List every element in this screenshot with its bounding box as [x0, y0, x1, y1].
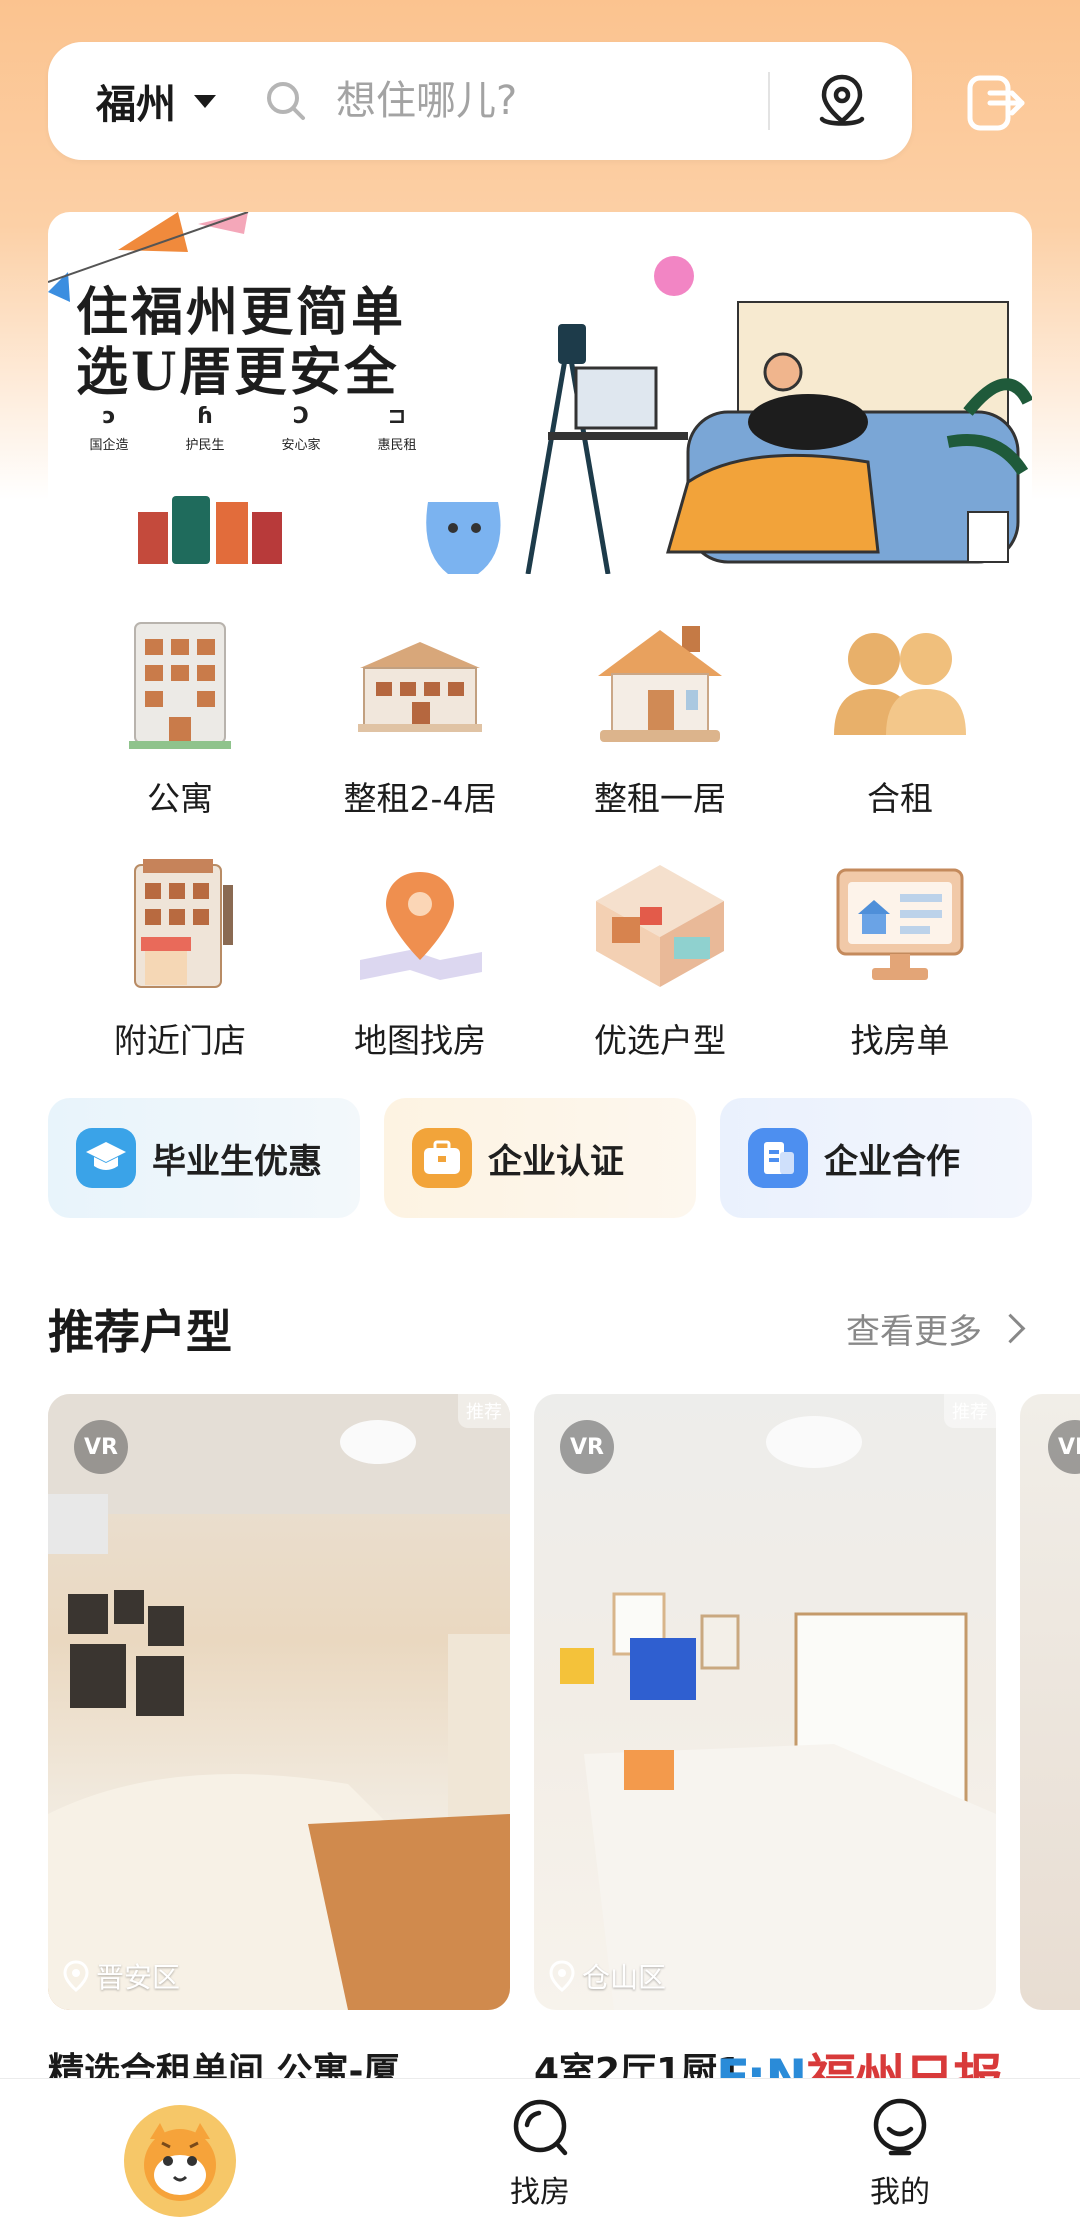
category-label: 公寓 [147, 779, 213, 818]
category-shared-rent[interactable]: 合租 [780, 608, 1020, 820]
section-title: 推荐户型 [48, 1305, 232, 1359]
room-photo [48, 1394, 510, 2010]
search-input[interactable] [334, 77, 758, 125]
house-icon [585, 608, 735, 758]
logout-icon[interactable] [962, 70, 1028, 136]
townhouse-icon [345, 608, 495, 758]
pill-label: 企业合作 [824, 1141, 960, 1182]
search-divider [768, 72, 770, 130]
vr-badge[interactable]: VR [560, 1420, 614, 1474]
category-selected-layout[interactable]: 优选户型 [540, 850, 780, 1062]
house-list-icon [825, 850, 975, 1000]
briefcase-icon [412, 1128, 472, 1188]
recommend-badge: 推荐 [458, 1394, 510, 1428]
category-house-list[interactable]: 找房单 [780, 850, 1020, 1062]
category-label: 地图找房 [354, 1021, 486, 1060]
search-icon [264, 77, 312, 125]
category-whole-rent-1[interactable]: 整租一居 [540, 608, 780, 820]
banner-tag: Ↄ 安心家 [281, 404, 321, 453]
tab-label: 找房 [510, 2175, 570, 2210]
room-layout-icon [585, 850, 735, 1000]
district-label: 仓山区 [548, 1956, 666, 1996]
banner-tags: ↄ 国企造 ɦ 护民生 Ↄ 安心家 ⊐ 惠民租 [76, 404, 430, 453]
search-circle-icon [513, 2099, 568, 2156]
category-apartment[interactable]: 公寓 [60, 608, 300, 820]
store-icon [105, 850, 255, 1000]
vr-badge[interactable]: VR [1048, 1420, 1080, 1474]
vr-badge[interactable]: VR [74, 1420, 128, 1474]
city-selector[interactable]: 福州 [96, 72, 216, 130]
category-map-search[interactable]: 地图找房 [300, 850, 540, 1062]
district-label: 晋安区 [62, 1956, 180, 1996]
recommend-badge: 推荐 [944, 1394, 996, 1428]
home-mascot-tab[interactable] [124, 2105, 236, 2217]
tiger-mascot-icon [144, 2123, 216, 2201]
graduate-discount-button[interactable]: 毕业生优惠 [48, 1098, 360, 1218]
tab-label: 我的 [870, 2175, 930, 2210]
tab-my-profile[interactable]: 我的 [840, 2097, 960, 2211]
apartment-building-icon [105, 608, 255, 758]
category-label: 附近门店 [114, 1021, 246, 1060]
banner-tag: ↄ 国企造 [89, 404, 129, 453]
category-label: 找房单 [850, 1021, 950, 1060]
people-icon [825, 608, 975, 758]
location-pin-icon[interactable] [810, 69, 874, 133]
category-label: 优选户型 [594, 1021, 726, 1060]
location-pin-icon [63, 1960, 89, 1992]
bottom-nav: 找房 我的 [0, 2078, 1080, 2237]
search-bar: 福州 [48, 42, 912, 160]
room-card[interactable]: 推荐 VR 仓山区 [534, 1394, 996, 2010]
map-pin-icon [345, 850, 495, 1000]
see-more-link[interactable]: 查看更多 [846, 1304, 1026, 1353]
promo-banner[interactable]: 住福州更简单 选U厝更安全 ↄ 国企造 ɦ 护民生 Ↄ 安心家 ⊐ 惠民租 [48, 212, 1032, 574]
room-card[interactable]: VR [1020, 1394, 1080, 2010]
enterprise-cooperation-button[interactable]: 企业合作 [720, 1098, 1032, 1218]
banner-tag: ⊐ 惠民租 [377, 404, 417, 453]
category-label: 整租2-4居 [343, 779, 497, 818]
pill-label: 企业认证 [488, 1141, 624, 1182]
room-photo [560, 1416, 996, 2010]
caret-down-icon [194, 94, 216, 108]
category-label: 整租一居 [594, 779, 726, 818]
profile-icon [873, 2098, 927, 2156]
room-card[interactable]: 推荐 VR 晋安区 [48, 1394, 510, 2010]
chevron-right-icon [995, 1313, 1026, 1344]
document-icon [748, 1128, 808, 1188]
pill-label: 毕业生优惠 [152, 1141, 322, 1182]
category-whole-rent-2-4[interactable]: 整租2-4居 [300, 608, 540, 820]
enterprise-verify-button[interactable]: 企业认证 [384, 1098, 696, 1218]
category-nearby-store[interactable]: 附近门店 [60, 850, 300, 1062]
location-pin-icon [549, 1960, 575, 1992]
tab-find-house[interactable]: 找房 [480, 2097, 600, 2211]
category-grid: 公寓 整租2-4居 整租一居 合租 附近门店 地图找房 优选户型 找房单 [60, 608, 1020, 1062]
see-more-label: 查看更多 [846, 1312, 982, 1352]
banner-tag: ɦ 护民生 [185, 404, 225, 453]
city-label: 福州 [96, 82, 176, 128]
banner-headline-2: 选U厝更安全 [76, 342, 400, 403]
category-label: 合租 [867, 779, 933, 818]
graduation-cap-icon [76, 1128, 136, 1188]
